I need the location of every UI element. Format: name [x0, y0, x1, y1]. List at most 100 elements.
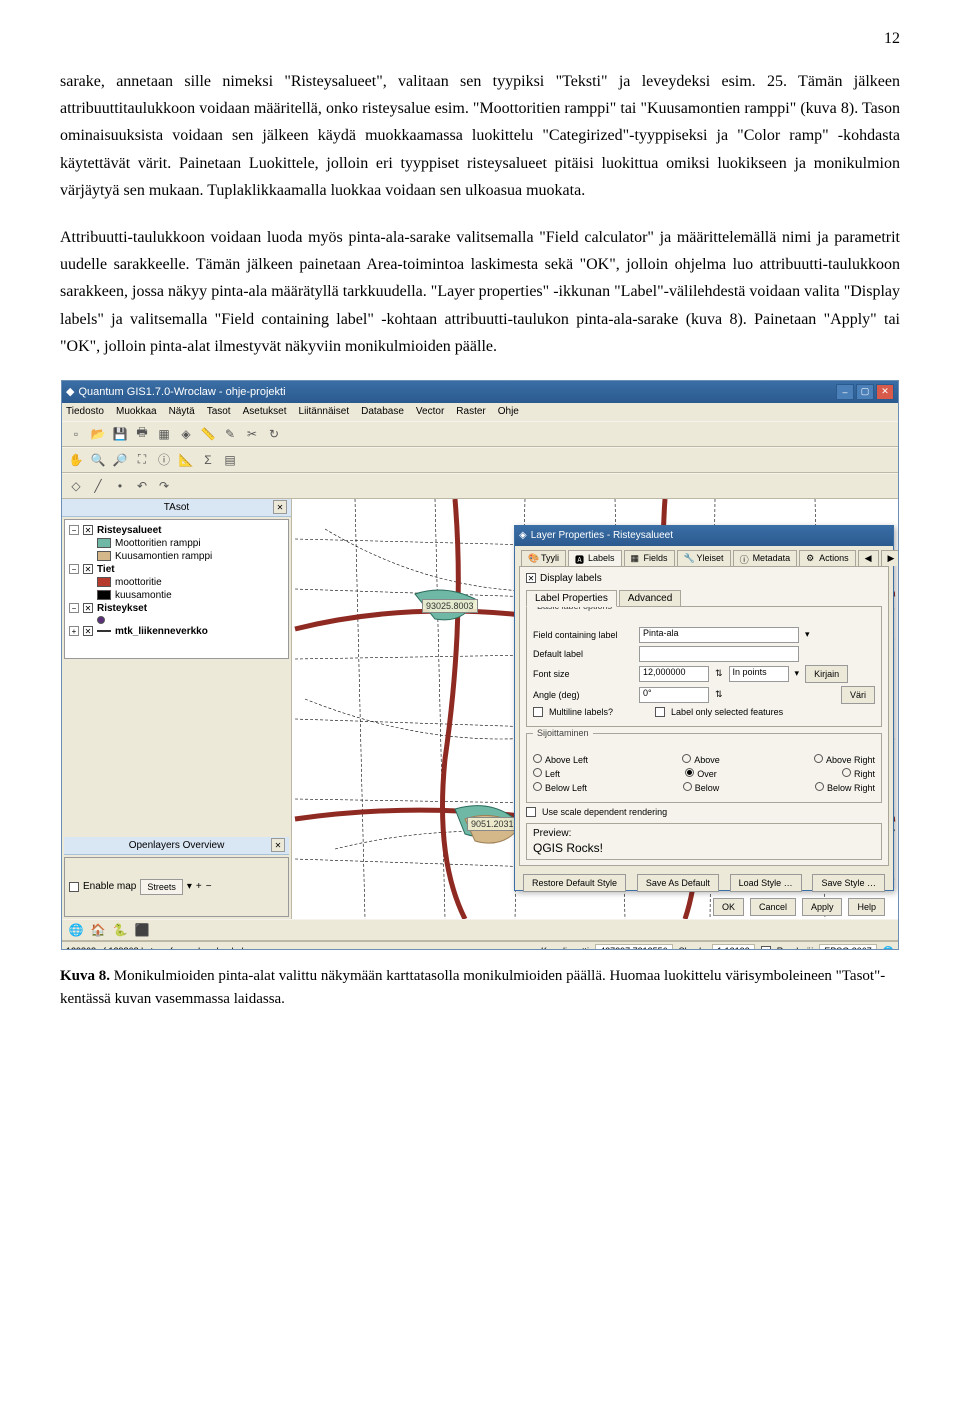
menu-item[interactable]: Asetukset: [243, 406, 287, 417]
pencil-icon[interactable]: ✎: [220, 424, 240, 444]
zoom-out-icon[interactable]: 🔎: [110, 450, 130, 470]
layer-name[interactable]: Risteykset: [97, 603, 147, 614]
save-icon[interactable]: 💾: [110, 424, 130, 444]
epsg-label[interactable]: EPSG:3067: [819, 944, 877, 950]
radio[interactable]: [533, 768, 542, 777]
menu-item[interactable]: Liitännäiset: [299, 406, 350, 417]
layer-checkbox[interactable]: ✕: [83, 603, 93, 613]
layer-checkbox[interactable]: ✕: [83, 525, 93, 535]
panel-close-icon[interactable]: ✕: [273, 500, 287, 514]
cancel-button[interactable]: Cancel: [750, 898, 796, 916]
undo-icon[interactable]: ↶: [132, 476, 152, 496]
minimize-button[interactable]: ‒: [836, 384, 854, 400]
globe-icon[interactable]: 🌐: [66, 920, 86, 940]
extent-icon[interactable]: ⛶: [132, 450, 152, 470]
tab-actions[interactable]: ⚙Actions: [799, 550, 856, 566]
tab-nav-left[interactable]: ◀: [858, 550, 879, 566]
layer-checkbox[interactable]: ✕: [83, 626, 93, 636]
display-labels-checkbox[interactable]: ✕: [526, 573, 536, 583]
streets-button[interactable]: Streets: [140, 879, 183, 895]
measure-icon[interactable]: 📐: [176, 450, 196, 470]
color-button[interactable]: Väri: [841, 686, 875, 704]
radio[interactable]: [815, 782, 824, 791]
menu-item[interactable]: Raster: [456, 406, 485, 417]
home-icon[interactable]: 🏠: [88, 920, 108, 940]
table-icon[interactable]: ▤: [220, 450, 240, 470]
spinner-icon[interactable]: ⇅: [715, 689, 723, 700]
pan-icon[interactable]: ✋: [66, 450, 86, 470]
help-button[interactable]: Help: [848, 898, 885, 916]
menu-item[interactable]: Muokkaa: [116, 406, 157, 417]
print-icon[interactable]: 🖶: [132, 424, 152, 444]
open-icon[interactable]: 📂: [88, 424, 108, 444]
new-icon[interactable]: ▫: [66, 424, 86, 444]
ruler-icon[interactable]: 📏: [198, 424, 218, 444]
maximize-button[interactable]: ▢: [856, 384, 874, 400]
db-icon[interactable]: ◈: [176, 424, 196, 444]
font-size-input[interactable]: 12,000000: [639, 666, 709, 682]
poly-icon[interactable]: ◇: [66, 476, 86, 496]
dropdown-icon[interactable]: ▾: [187, 881, 192, 892]
label-only-checkbox[interactable]: [655, 707, 665, 717]
zoom-in-icon[interactable]: 🔍: [88, 450, 108, 470]
python-icon[interactable]: 🐍: [110, 920, 130, 940]
enable-map-checkbox[interactable]: [69, 882, 79, 892]
point-icon[interactable]: •: [110, 476, 130, 496]
render-checkbox[interactable]: ✕: [761, 946, 771, 950]
plugin-icon[interactable]: ⬛: [132, 920, 152, 940]
tab-nav-right[interactable]: ▶: [881, 550, 898, 566]
sum-icon[interactable]: Σ: [198, 450, 218, 470]
menu-item[interactable]: Näytä: [169, 406, 195, 417]
default-label-input[interactable]: [639, 646, 799, 662]
menu-item[interactable]: Tiedosto: [66, 406, 104, 417]
subtab-label-properties[interactable]: Label Properties: [526, 590, 617, 607]
minus-icon[interactable]: −: [206, 881, 212, 892]
line-icon[interactable]: ╱: [88, 476, 108, 496]
radio[interactable]: [685, 768, 694, 777]
redo-icon[interactable]: ↷: [154, 476, 174, 496]
panel-close-icon[interactable]: ✕: [271, 838, 285, 852]
layer-name[interactable]: mtk_liikenneverkko: [115, 626, 208, 637]
collapse-icon[interactable]: −: [69, 525, 79, 535]
expand-icon[interactable]: +: [69, 626, 79, 636]
save-default-button[interactable]: Save As Default: [637, 874, 719, 892]
load-style-button[interactable]: Load Style …: [730, 874, 802, 892]
tab-fields[interactable]: ▦Fields: [624, 550, 675, 566]
collapse-icon[interactable]: −: [69, 564, 79, 574]
cut-icon[interactable]: ✂: [242, 424, 262, 444]
menu-item[interactable]: Vector: [416, 406, 444, 417]
subtab-advanced[interactable]: Advanced: [619, 590, 681, 607]
units-select[interactable]: In points: [729, 666, 789, 682]
map-canvas[interactable]: 93025.8003 9051.2031 87857.575 ◈ Layer P…: [292, 499, 898, 919]
apply-button[interactable]: Apply: [802, 898, 843, 916]
radio[interactable]: [842, 768, 851, 777]
ok-button[interactable]: OK: [713, 898, 744, 916]
identify-icon[interactable]: ⓘ: [154, 450, 174, 470]
angle-input[interactable]: 0°: [639, 687, 709, 703]
collapse-icon[interactable]: −: [69, 603, 79, 613]
plus-icon[interactable]: +: [196, 881, 202, 892]
save-style-button[interactable]: Save Style …: [812, 874, 885, 892]
multiline-checkbox[interactable]: [533, 707, 543, 717]
tab-style[interactable]: 🎨Tyyli: [521, 550, 566, 566]
layer-add-icon[interactable]: ▦: [154, 424, 174, 444]
font-button[interactable]: Kirjain: [805, 665, 848, 683]
restore-style-button[interactable]: Restore Default Style: [523, 874, 626, 892]
radio[interactable]: [814, 754, 823, 763]
field-containing-select[interactable]: Pinta-ala: [639, 627, 799, 643]
spinner-icon[interactable]: ⇅: [715, 668, 723, 679]
menu-item[interactable]: Tasot: [207, 406, 231, 417]
scale-checkbox[interactable]: [526, 807, 536, 817]
radio[interactable]: [682, 754, 691, 763]
menu-item[interactable]: Ohje: [498, 406, 519, 417]
radio[interactable]: [533, 754, 542, 763]
layer-name[interactable]: Risteysalueet: [97, 525, 161, 536]
dropdown-icon[interactable]: ▾: [805, 629, 810, 640]
dropdown-icon[interactable]: ▾: [795, 668, 800, 679]
menu-item[interactable]: Database: [361, 406, 404, 417]
layer-name[interactable]: Tiet: [97, 564, 115, 575]
scale-value[interactable]: 1:12193: [712, 944, 755, 950]
globe-icon[interactable]: 🌐: [883, 946, 894, 950]
tab-general[interactable]: 🔧Yleiset: [677, 550, 731, 566]
tab-metadata[interactable]: ⓘMetadata: [733, 550, 798, 566]
